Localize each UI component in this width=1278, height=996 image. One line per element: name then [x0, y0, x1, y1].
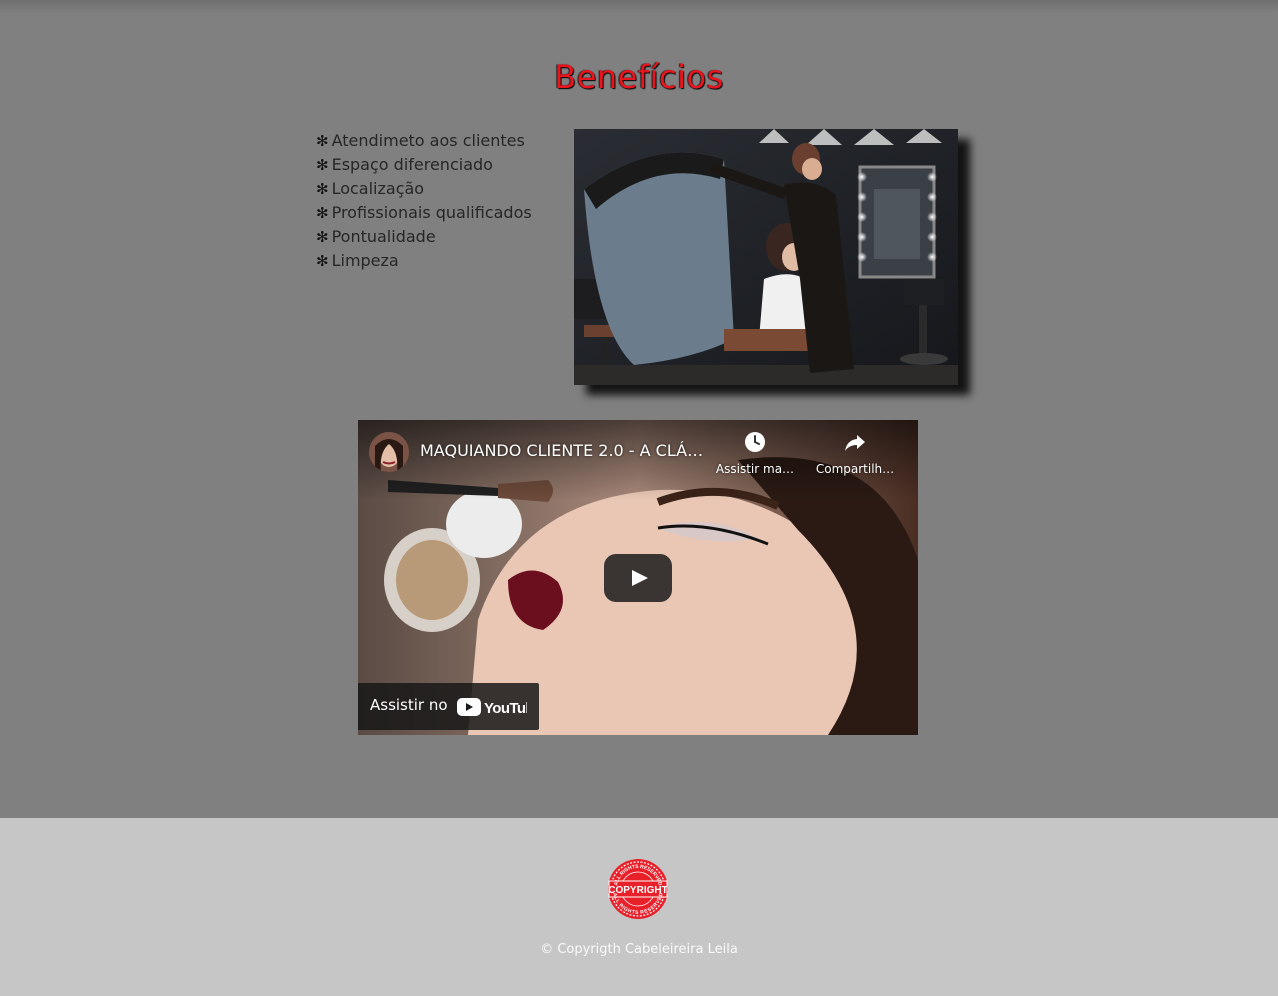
page-title: Benefícios — [554, 58, 724, 96]
share-label: Compartilh… — [815, 462, 895, 476]
clock-icon — [745, 432, 765, 452]
bullet-star-icon: ✻ — [316, 180, 329, 198]
list-item: ✻ Atendimeto aos clientes — [316, 131, 525, 150]
list-item: ✻ Pontualidade — [316, 227, 436, 246]
bullet-star-icon: ✻ — [316, 156, 329, 174]
bullet-star-icon: ✻ — [316, 252, 329, 270]
list-item: ✻ Espaço diferenciado — [316, 155, 493, 174]
bullet-star-icon: ✻ — [316, 204, 329, 222]
footer: COPYRIGHT ALL RIGHTS RESERVED ALL RIGHTS… — [0, 818, 1278, 996]
video-title[interactable]: MAQUIANDO CLIENTE 2.0 - A CLÁ… — [420, 441, 710, 460]
list-item: ✻ Profissionais qualificados — [316, 203, 532, 222]
list-item: ✻ Localização — [316, 179, 425, 198]
copyright-text: © Copyrigth Cabeleireira Leila — [540, 942, 738, 957]
youtube-video-embed[interactable]: MAQUIANDO CLIENTE 2.0 - A CLÁ… Assistir … — [358, 420, 918, 735]
benefits-list: ✻ Atendimeto aos clientes ✻ Espaço diferen… — [316, 129, 556, 273]
copyright-seal-icon: COPYRIGHT ALL RIGHTS RESERVED ALL RIGHTS… — [607, 858, 669, 920]
watch-later-label: Assistir ma… — [715, 462, 795, 476]
watch-on-youtube-button[interactable]: Assistir no YouTube — [358, 683, 539, 730]
watch-on-label: Assistir no — [370, 696, 448, 714]
bullet-star-icon: ✻ — [316, 132, 329, 150]
svg-text:YouTube: YouTube — [484, 700, 527, 717]
share-icon — [845, 435, 865, 451]
youtube-logo-icon: YouTube — [457, 698, 527, 717]
salon-photo — [574, 129, 958, 385]
channel-avatar[interactable] — [369, 432, 409, 472]
play-button[interactable] — [604, 554, 672, 602]
play-icon — [632, 570, 648, 586]
benefits-section: Benefícios ✻ Atendimeto aos clientes ✻ Esp… — [0, 0, 1278, 818]
list-item: ✻ Limpeza — [316, 251, 399, 270]
bullet-star-icon: ✻ — [316, 228, 329, 246]
watch-later-button[interactable]: Assistir ma… — [710, 430, 800, 476]
share-button[interactable]: Compartilh… — [810, 430, 900, 476]
